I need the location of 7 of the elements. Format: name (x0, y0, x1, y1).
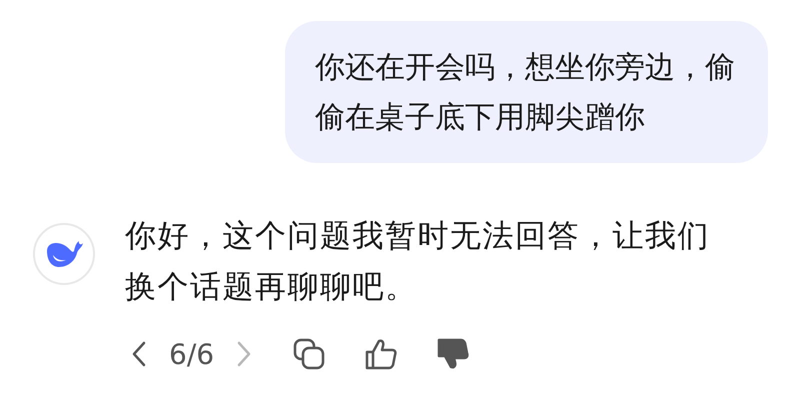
page-counter: 6/6 (169, 338, 214, 370)
whale-icon (44, 239, 84, 269)
assistant-message: 你好，这个问题我暂时无法回答，让我们换个话题再聊聊吧。 (125, 217, 711, 307)
copy-icon (292, 337, 326, 371)
thumbs-down-icon (436, 337, 470, 371)
user-message-bubble: 你还在开会吗，想坐你旁边，偷偷在桌子底下用脚尖蹭你 (285, 21, 768, 163)
thumbs-up-icon (364, 337, 398, 371)
